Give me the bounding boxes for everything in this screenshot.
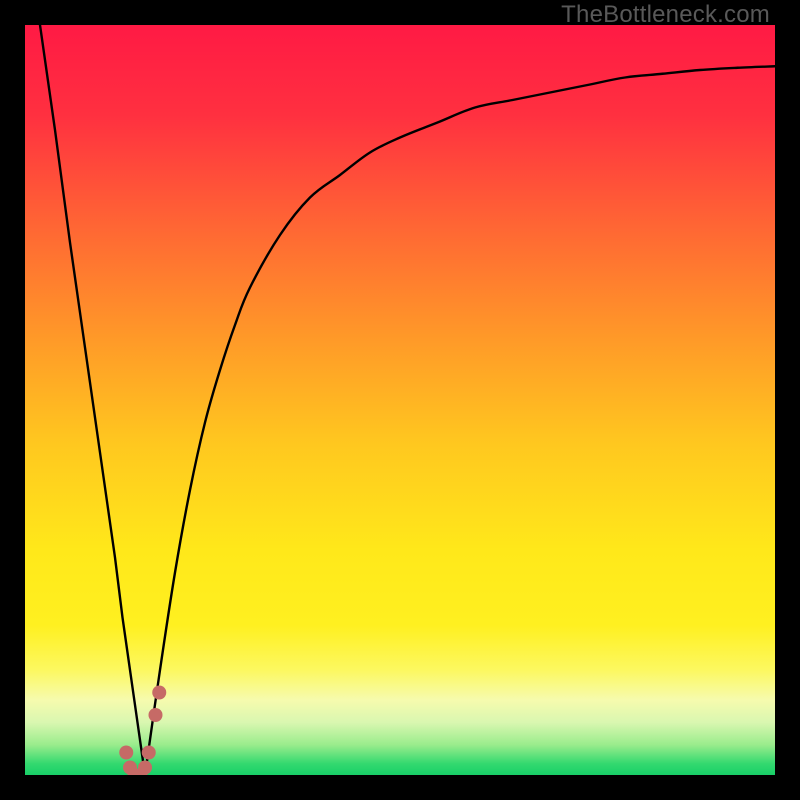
highlight-dots (119, 686, 166, 776)
right-branch-line (145, 66, 775, 775)
chart-frame: TheBottleneck.com (0, 0, 800, 800)
highlight-dot (119, 746, 133, 760)
highlight-dot (152, 686, 166, 700)
left-branch-line (40, 25, 145, 775)
highlight-dot (149, 708, 163, 722)
plot-area (25, 25, 775, 775)
highlight-dot (142, 746, 156, 760)
curves-layer (25, 25, 775, 775)
highlight-dot (138, 761, 152, 775)
